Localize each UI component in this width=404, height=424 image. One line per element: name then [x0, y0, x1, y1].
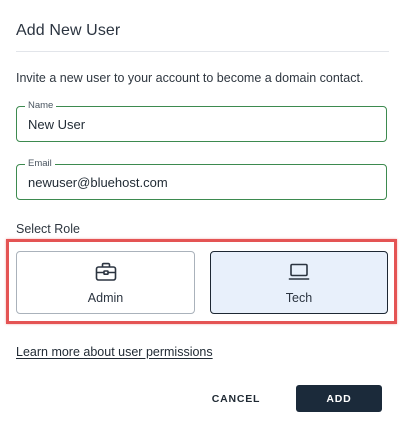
add-user-dialog: Add New User Invite a new user to your a…: [0, 0, 404, 424]
role-option-tech-label: Tech: [285, 291, 313, 305]
cancel-button[interactable]: CANCEL: [200, 385, 272, 412]
dialog-title: Add New User: [16, 22, 121, 39]
add-button[interactable]: ADD: [296, 385, 382, 412]
dialog-description: Invite a new user to your account to bec…: [16, 71, 364, 85]
laptop-icon: [287, 261, 311, 283]
email-input[interactable]: [17, 165, 386, 199]
learn-more-permissions-link[interactable]: Learn more about user permissions: [16, 345, 213, 359]
name-field[interactable]: Name: [16, 100, 387, 142]
title-divider: [16, 51, 389, 52]
email-field[interactable]: Email: [16, 158, 387, 200]
role-option-tech[interactable]: Tech: [210, 251, 388, 314]
briefcase-icon: [94, 261, 118, 283]
name-input[interactable]: [17, 107, 386, 141]
select-role-heading: Select Role: [16, 222, 80, 236]
role-option-admin-label: Admin: [87, 291, 124, 305]
role-option-admin[interactable]: Admin: [16, 251, 195, 314]
